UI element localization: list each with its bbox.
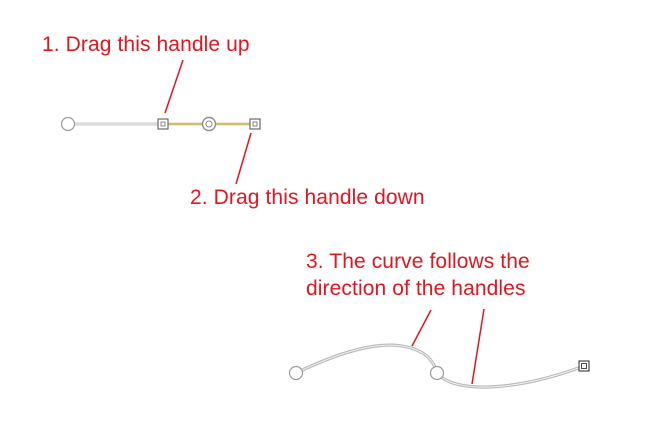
annotation-step3: 3. The curve follows the direction of th… bbox=[306, 248, 530, 302]
start-anchor-point[interactable] bbox=[60, 116, 76, 132]
annotation-step2: 2. Drag this handle down bbox=[190, 186, 425, 209]
curved-path-group bbox=[288, 343, 590, 389]
straight-path-group bbox=[60, 116, 261, 132]
left-bezier-handle[interactable] bbox=[157, 118, 169, 130]
pointer-step3-b bbox=[471, 308, 485, 385]
curve-start-anchor[interactable] bbox=[288, 365, 304, 381]
curve-middle-anchor[interactable] bbox=[429, 365, 445, 381]
pointer-step1 bbox=[164, 59, 184, 114]
curve-end-anchor[interactable] bbox=[578, 360, 590, 372]
pointer-step3-a bbox=[411, 309, 432, 347]
bezier-diagram bbox=[60, 59, 590, 389]
annotation-step3-line1: 3. The curve follows the bbox=[306, 250, 530, 273]
middle-anchor-point[interactable] bbox=[201, 116, 217, 132]
right-bezier-handle[interactable] bbox=[249, 118, 261, 130]
curved-path bbox=[295, 343, 585, 389]
annotation-step3-line2: direction of the handles bbox=[306, 277, 526, 300]
annotation-step1: 1. Drag this handle up bbox=[42, 33, 250, 56]
pointer-step2 bbox=[235, 132, 252, 185]
